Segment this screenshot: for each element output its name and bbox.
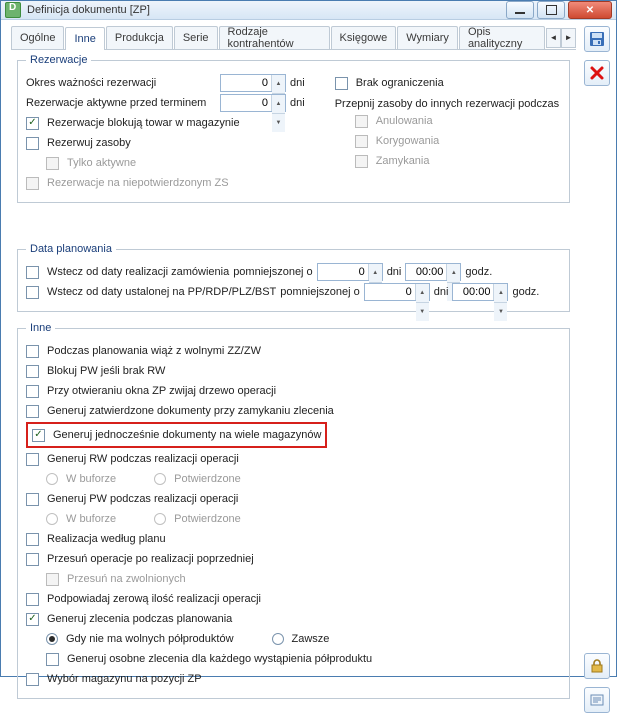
chk-generuj-wiele-magazynow[interactable] — [32, 429, 45, 442]
app-icon — [5, 2, 21, 18]
tab-opis-analityczny[interactable]: Opis analityczny — [459, 26, 545, 49]
radio-gdy-brak-polproduktow[interactable] — [46, 633, 58, 645]
tab-ksiegowe[interactable]: Księgowe — [331, 26, 397, 49]
group-data-planowania: Data planowania Wstecz od daty realizacj… — [17, 243, 570, 312]
tab-scroll-left[interactable]: ◄ — [546, 28, 561, 48]
chk-generuj-osobne[interactable] — [46, 653, 59, 666]
chk-generuj-zatwierdzone[interactable] — [26, 405, 39, 418]
tab-serie[interactable]: Serie — [174, 26, 218, 49]
chk-rezerwuj-zasoby[interactable] — [26, 137, 39, 150]
chk-wybor-magazynu[interactable] — [26, 673, 39, 686]
chk-blokuja-towar[interactable] — [26, 117, 39, 130]
input-okres-waznosci[interactable]: ▲▼ — [220, 74, 286, 92]
maximize-button[interactable] — [537, 1, 565, 19]
input-rezerwacje-aktywne[interactable]: ▲▼ — [220, 94, 286, 112]
tab-ogolne[interactable]: Ogólne — [11, 26, 64, 49]
label-przepnij: Przepnij zasoby do innych rezerwacji pod… — [335, 98, 561, 110]
side-toolbar — [582, 26, 612, 713]
chk-przesun-operacje[interactable] — [26, 553, 39, 566]
radio-rw-bufor — [46, 473, 58, 485]
chk-anulowania — [355, 115, 368, 128]
legend-data-planowania: Data planowania — [26, 243, 116, 255]
input-wstecz-godz-1[interactable]: ▲▼ — [405, 263, 461, 281]
lock-icon — [589, 658, 605, 674]
tab-content: Rezerwacje Okres ważności rezerwacji ▲▼ … — [11, 50, 576, 713]
cancel-button[interactable] — [584, 60, 610, 86]
highlighted-option: Generuj jednocześnie dokumenty na wiele … — [26, 422, 327, 448]
input-wstecz-dni-2[interactable]: ▲▼ — [364, 283, 430, 301]
client-area: Ogólne Inne Produkcja Serie Rodzaje kont… — [1, 20, 616, 717]
tab-scroll-right[interactable]: ► — [561, 28, 576, 48]
window: Definicja dokumentu [ZP] Ogólne Inne Pro… — [0, 0, 617, 677]
chk-korygowania — [355, 135, 368, 148]
legend-inne: Inne — [26, 322, 55, 334]
tabstrip: Ogólne Inne Produkcja Serie Rodzaje kont… — [11, 26, 576, 50]
label-okres-waznosci: Okres ważności rezerwacji — [26, 74, 216, 92]
chk-realizacja-wg-planu[interactable] — [26, 533, 39, 546]
input-wstecz-dni-1[interactable]: ▲▼ — [317, 263, 383, 281]
chk-wstecz-od-realizacji[interactable] — [26, 266, 39, 279]
chk-generuj-rw[interactable] — [26, 453, 39, 466]
chk-zamykania — [355, 155, 368, 168]
floppy-icon — [589, 31, 605, 47]
chk-podpowiadaj-zerowa[interactable] — [26, 593, 39, 606]
group-inne: Inne Podczas planowania wiąż z wolnymi Z… — [17, 322, 570, 699]
history-button[interactable] — [584, 687, 610, 713]
chk-generuj-pw[interactable] — [26, 493, 39, 506]
save-button[interactable] — [584, 26, 610, 52]
group-rezerwacje: Rezerwacje Okres ważności rezerwacji ▲▼ … — [17, 54, 570, 203]
chk-przesun-zwolnionych — [46, 573, 59, 586]
input-wstecz-godz-2[interactable]: ▲▼ — [452, 283, 508, 301]
tab-inne[interactable]: Inne — [65, 27, 104, 50]
chk-wstecz-od-pp[interactable] — [26, 286, 39, 299]
label-rezerwacje-aktywne: Rezerwacje aktywne przed terminem — [26, 94, 216, 112]
chk-blokuj-pw[interactable] — [26, 365, 39, 378]
chk-niepotwierdzony-zs — [26, 177, 39, 190]
x-red-icon — [589, 65, 605, 81]
radio-pw-bufor — [46, 513, 58, 525]
chk-wiaz-zz-zw[interactable] — [26, 345, 39, 358]
lock-button[interactable] — [584, 653, 610, 679]
legend-rezerwacje: Rezerwacje — [26, 54, 91, 66]
chk-generuj-zlecenia[interactable] — [26, 613, 39, 626]
radio-zawsze[interactable] — [272, 633, 284, 645]
tab-wymiary[interactable]: Wymiary — [397, 26, 458, 49]
minimize-button[interactable] — [506, 1, 534, 19]
tab-produkcja[interactable]: Produkcja — [106, 26, 173, 49]
history-icon — [589, 692, 605, 708]
radio-pw-potwierdzone — [154, 513, 166, 525]
tab-rodzaje-kontrahentow[interactable]: Rodzaje kontrahentów — [219, 26, 330, 49]
titlebar: Definicja dokumentu [ZP] — [1, 1, 616, 20]
chk-tylko-aktywne — [46, 157, 59, 170]
chk-zwijaj-drzewo[interactable] — [26, 385, 39, 398]
chk-brak-ograniczenia[interactable] — [335, 77, 348, 90]
window-title: Definicja dokumentu [ZP] — [27, 4, 503, 16]
close-button[interactable] — [568, 1, 612, 19]
radio-rw-potwierdzone — [154, 473, 166, 485]
